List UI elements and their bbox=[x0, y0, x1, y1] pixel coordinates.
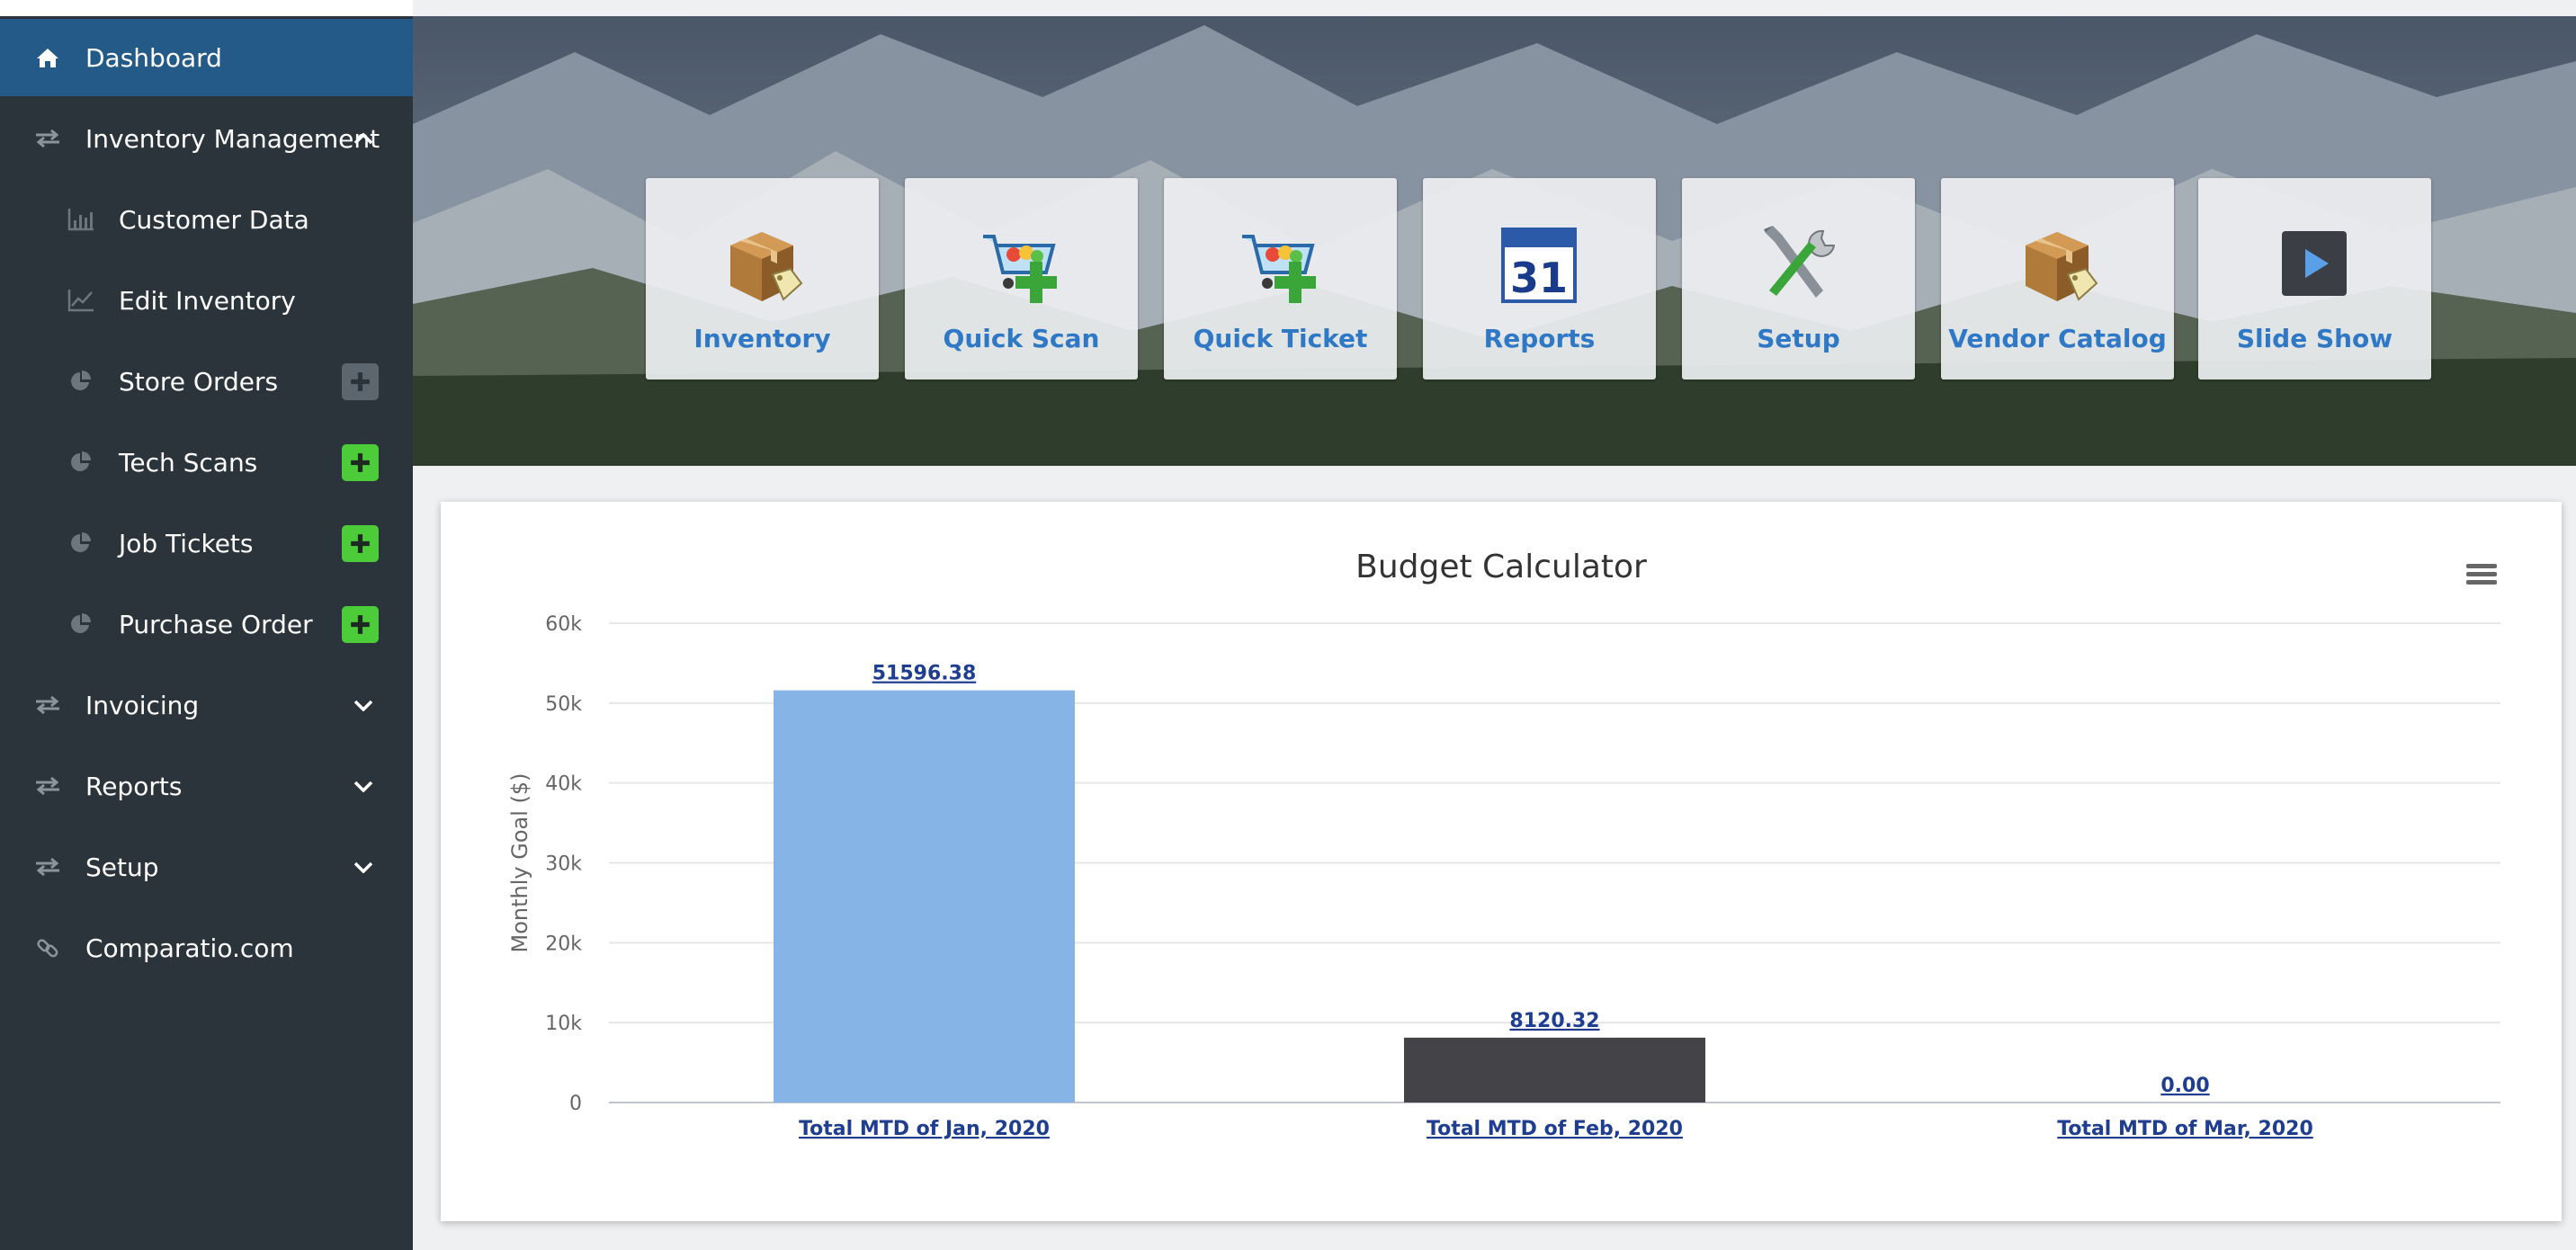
tile-label: Quick Scan bbox=[943, 324, 1100, 353]
add-tech-scan-button[interactable] bbox=[342, 443, 379, 481]
chevron-down-icon[interactable] bbox=[345, 687, 381, 723]
sidebar-item-label: Reports bbox=[85, 771, 183, 801]
tile-setup[interactable]: Setup bbox=[1682, 178, 1915, 379]
bar-chart-icon bbox=[63, 201, 99, 237]
tile-vendor-catalog[interactable]: Vendor Catalog bbox=[1941, 178, 2174, 379]
tools-icon bbox=[1764, 226, 1836, 298]
add-purchase-order-button[interactable] bbox=[342, 605, 379, 643]
pie-chart-icon bbox=[63, 525, 99, 561]
plus-icon bbox=[351, 614, 370, 634]
tile-reports[interactable]: 31 Reports bbox=[1423, 178, 1656, 379]
y-axis-title: Monthly Goal ($) bbox=[507, 772, 532, 952]
line-chart-icon bbox=[63, 282, 99, 318]
sidebar-item-invoicing[interactable]: Invoicing bbox=[0, 666, 413, 744]
tile-quick-ticket[interactable]: Quick Ticket bbox=[1164, 178, 1397, 379]
y-tick-label: 0 bbox=[569, 1093, 582, 1115]
sidebar-item-inventory-management[interactable]: Inventory Management bbox=[0, 100, 413, 177]
cart-add-icon bbox=[1242, 235, 1316, 303]
bar-data-label[interactable]: 0.00 bbox=[2160, 1075, 2209, 1097]
sidebar: Dashboard Inventory Management Customer … bbox=[0, 0, 413, 1250]
sidebar-item-tech-scans[interactable]: Tech Scans bbox=[0, 424, 413, 501]
tile-quick-scan[interactable]: Quick Scan bbox=[905, 178, 1138, 379]
sidebar-item-label: Setup bbox=[85, 852, 159, 882]
chevron-up-icon[interactable] bbox=[345, 121, 381, 156]
bar-data-label[interactable]: 51596.38 bbox=[872, 663, 977, 685]
y-tick-label: 50k bbox=[545, 693, 582, 716]
sidebar-item-purchase-order[interactable]: Purchase Order bbox=[0, 585, 413, 663]
home-icon bbox=[30, 40, 66, 76]
budget-calculator-card: Budget Calculator 0 10k 20k 30k 40k 50k 60k Mon… bbox=[441, 502, 2562, 1221]
tile-label: Vendor Catalog bbox=[1948, 324, 2167, 353]
plus-icon bbox=[351, 452, 370, 472]
sidebar-item-label: Comparatio.com bbox=[85, 933, 294, 963]
pie-chart-icon bbox=[63, 363, 99, 399]
sidebar-item-edit-inventory[interactable]: Edit Inventory bbox=[0, 262, 413, 339]
sidebar-item-dashboard[interactable]: Dashboard bbox=[0, 19, 413, 96]
sidebar-item-job-tickets[interactable]: Job Tickets bbox=[0, 504, 413, 582]
pie-chart-icon bbox=[63, 444, 99, 480]
sidebar-item-label: Inventory Management bbox=[85, 123, 380, 154]
sidebar-item-label: Store Orders bbox=[119, 366, 279, 397]
y-tick-label: 30k bbox=[545, 853, 582, 876]
sidebar-item-comparatio[interactable]: Comparatio.com bbox=[0, 909, 413, 987]
tile-label: Quick Ticket bbox=[1193, 324, 1368, 353]
sidebar-item-customer-data[interactable]: Customer Data bbox=[0, 181, 413, 258]
package-icon bbox=[730, 232, 803, 301]
x-category-label[interactable]: Total MTD of Feb, 2020 bbox=[1427, 1118, 1683, 1140]
sidebar-item-label: Edit Inventory bbox=[119, 285, 296, 316]
x-category-label[interactable]: Total MTD of Mar, 2020 bbox=[2057, 1118, 2313, 1140]
chevron-down-icon[interactable] bbox=[345, 849, 381, 885]
tile-label: Setup bbox=[1757, 324, 1840, 353]
y-tick-label: 40k bbox=[545, 773, 582, 796]
link-icon bbox=[30, 930, 66, 966]
sidebar-item-label: Customer Data bbox=[119, 204, 309, 235]
sidebar-item-label: Dashboard bbox=[85, 42, 222, 73]
x-category-label[interactable]: Total MTD of Jan, 2020 bbox=[799, 1118, 1050, 1140]
play-icon bbox=[2282, 231, 2347, 296]
sidebar-item-label: Invoicing bbox=[85, 690, 200, 720]
bar-data-label[interactable]: 8120.32 bbox=[1509, 1010, 1599, 1032]
tile-label: Slide Show bbox=[2236, 324, 2393, 353]
cart-add-icon bbox=[983, 235, 1057, 303]
y-tick-label: 10k bbox=[545, 1013, 582, 1035]
plus-icon bbox=[351, 533, 370, 553]
exchange-icon bbox=[30, 687, 66, 723]
svg-text:31: 31 bbox=[1510, 254, 1568, 302]
sidebar-item-label: Job Tickets bbox=[119, 528, 254, 558]
y-tick-label: 20k bbox=[545, 933, 582, 955]
chart-bar bbox=[774, 690, 1075, 1103]
sidebar-item-label: Tech Scans bbox=[119, 447, 258, 478]
tile-label: Reports bbox=[1483, 324, 1596, 353]
tile-label: Inventory bbox=[693, 324, 831, 353]
chart-bar bbox=[1404, 1037, 1705, 1103]
chevron-down-icon[interactable] bbox=[345, 768, 381, 804]
add-job-ticket-button[interactable] bbox=[342, 524, 379, 562]
sidebar-item-reports[interactable]: Reports bbox=[0, 747, 413, 825]
sidebar-item-setup[interactable]: Setup bbox=[0, 828, 413, 906]
y-tick-label: 60k bbox=[545, 613, 582, 636]
package-icon bbox=[2026, 232, 2098, 301]
sidebar-item-label: Purchase Order bbox=[119, 609, 313, 639]
plus-icon bbox=[351, 371, 370, 391]
pie-chart-icon bbox=[63, 606, 99, 642]
sidebar-item-store-orders[interactable]: Store Orders bbox=[0, 343, 413, 420]
add-store-order-button[interactable] bbox=[342, 362, 379, 400]
exchange-icon bbox=[30, 121, 66, 156]
exchange-icon bbox=[30, 849, 66, 885]
tile-inventory[interactable]: Inventory bbox=[646, 178, 879, 379]
hero-banner: Inventory Quick Scan Quick Ticket 31 Rep… bbox=[413, 16, 2576, 466]
budget-bar-chart: 0 10k 20k 30k 40k 50k 60k Monthly Goal ($) 51596… bbox=[507, 613, 2500, 1140]
calendar-icon: 31 bbox=[1501, 228, 1577, 303]
sidebar-top-strip bbox=[0, 0, 413, 16]
tile-slide-show[interactable]: Slide Show bbox=[2198, 178, 2431, 379]
exchange-icon bbox=[30, 768, 66, 804]
